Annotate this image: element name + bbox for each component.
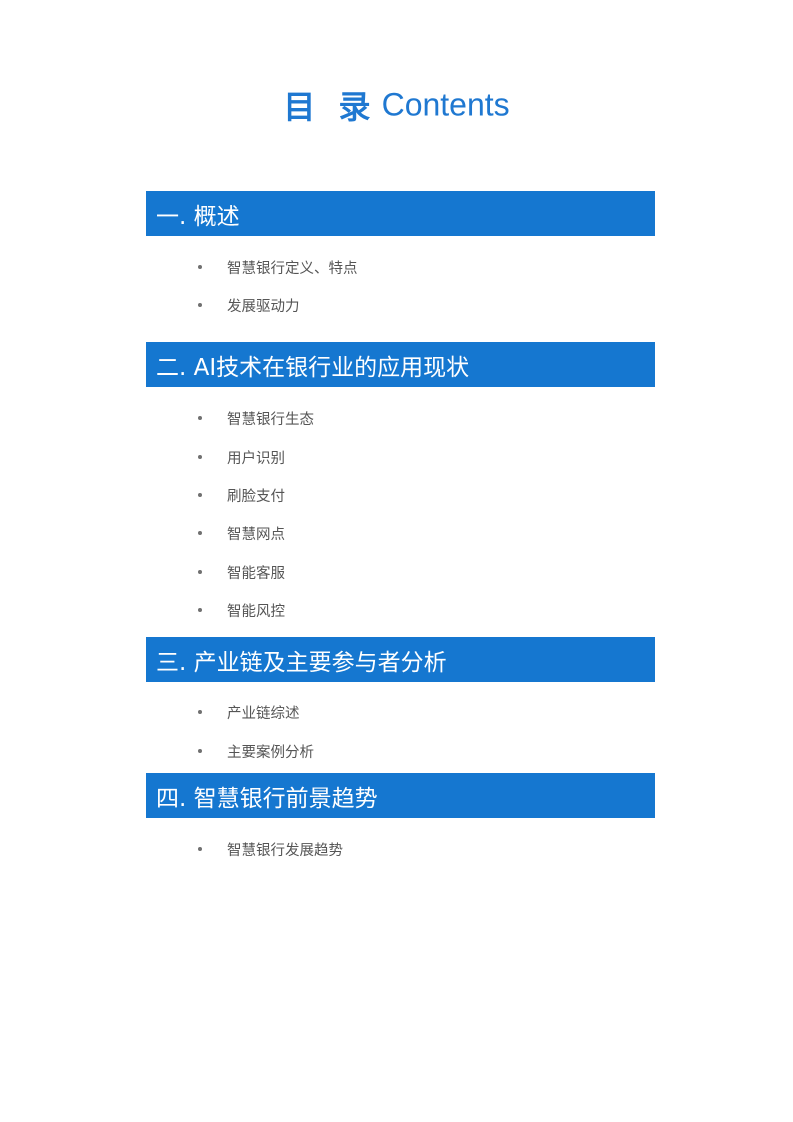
section-title: 二. AI技术在银行业的应用现状	[156, 354, 470, 381]
toc-item: 刷脸支付	[195, 484, 285, 506]
toc-item-label: 主要案例分析	[227, 744, 314, 761]
toc-item: 智慧网点	[195, 522, 285, 544]
toc-item: 主要案例分析	[195, 740, 314, 762]
toc-item-label: 智慧银行定义、特点	[227, 260, 358, 277]
toc-item: 发展驱动力	[195, 294, 300, 316]
toc-item: 智能风控	[195, 599, 285, 621]
toc-item-label: 用户识别	[227, 450, 285, 467]
section-header-2: 二. AI技术在银行业的应用现状	[146, 342, 655, 387]
bullet-dot-icon	[198, 265, 202, 269]
toc-item-label: 刷脸支付	[227, 488, 285, 505]
toc-item-label: 智能风控	[227, 603, 285, 620]
bullet-dot-icon	[198, 570, 202, 574]
section-title: 四. 智慧银行前景趋势	[156, 785, 378, 812]
toc-item-label: 产业链综述	[227, 705, 300, 722]
page-title-english: Contents	[381, 86, 510, 123]
bullet-dot-icon	[198, 531, 202, 535]
toc-item-label: 智慧银行发展趋势	[227, 842, 343, 859]
bullet-dot-icon	[198, 416, 202, 420]
bullet-dot-icon	[198, 608, 202, 612]
toc-item-label: 智慧银行生态	[227, 411, 314, 428]
section-title: 一. 概述	[156, 203, 240, 230]
bullet-dot-icon	[198, 710, 202, 714]
toc-item: 智能客服	[195, 561, 285, 583]
toc-item: 用户识别	[195, 446, 285, 468]
bullet-dot-icon	[198, 493, 202, 497]
toc-item: 智慧银行生态	[195, 407, 314, 429]
bullet-dot-icon	[198, 749, 202, 753]
toc-item-label: 智能客服	[227, 565, 285, 582]
page-title-chinese: 目 录	[283, 88, 377, 126]
bullet-dot-icon	[198, 847, 202, 851]
section-title: 三. 产业链及主要参与者分析	[156, 649, 447, 676]
section-header-4: 四. 智慧银行前景趋势	[146, 773, 655, 818]
toc-item-label: 发展驱动力	[227, 298, 300, 315]
page-title: 目 录 Contents	[0, 82, 793, 128]
toc-item: 智慧银行发展趋势	[195, 838, 343, 860]
section-header-1: 一. 概述	[146, 191, 655, 236]
section-header-3: 三. 产业链及主要参与者分析	[146, 637, 655, 682]
toc-item: 智慧银行定义、特点	[195, 256, 358, 278]
bullet-dot-icon	[198, 303, 202, 307]
toc-item: 产业链综述	[195, 701, 300, 723]
bullet-dot-icon	[198, 455, 202, 459]
toc-item-label: 智慧网点	[227, 526, 285, 543]
